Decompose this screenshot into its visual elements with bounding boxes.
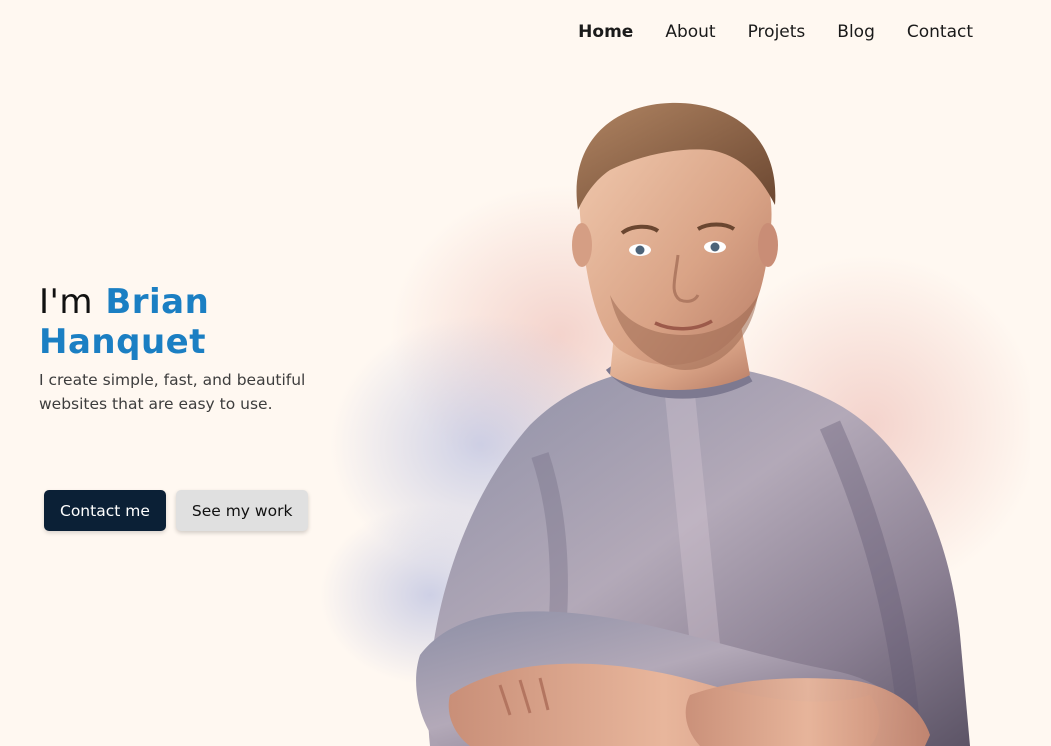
nav-contact-link[interactable]: Contact xyxy=(907,20,973,44)
hero-greeting: I'm xyxy=(39,282,93,322)
right-ear xyxy=(758,223,778,267)
hero-name-last: Hanquet xyxy=(39,322,206,362)
nav-projects-link[interactable]: Projets xyxy=(748,20,806,44)
hero-tagline: I create simple, fast, and beautiful web… xyxy=(39,371,306,413)
nav-about-link[interactable]: About xyxy=(665,20,715,44)
main-nav: Home About Projets Blog Contact xyxy=(578,20,973,44)
portrait-image xyxy=(320,102,1030,746)
page: Home About Projets Blog Contact I'm Bria… xyxy=(0,0,1051,746)
see-my-work-button[interactable]: See my work xyxy=(175,490,309,531)
hero-section: I'm Brian Hanquet I create simple, fast,… xyxy=(39,282,329,416)
nav-blog-link[interactable]: Blog xyxy=(837,20,875,44)
right-iris xyxy=(710,242,720,252)
nav-home-link[interactable]: Home xyxy=(578,20,633,44)
left-ear xyxy=(572,223,592,267)
left-iris xyxy=(635,245,645,255)
hero-heading: I'm Brian Hanquet xyxy=(39,282,329,362)
hero-name-first: Brian xyxy=(105,282,210,322)
contact-me-button[interactable]: Contact me xyxy=(44,490,166,531)
hero-buttons: Contact me See my work xyxy=(44,490,309,531)
